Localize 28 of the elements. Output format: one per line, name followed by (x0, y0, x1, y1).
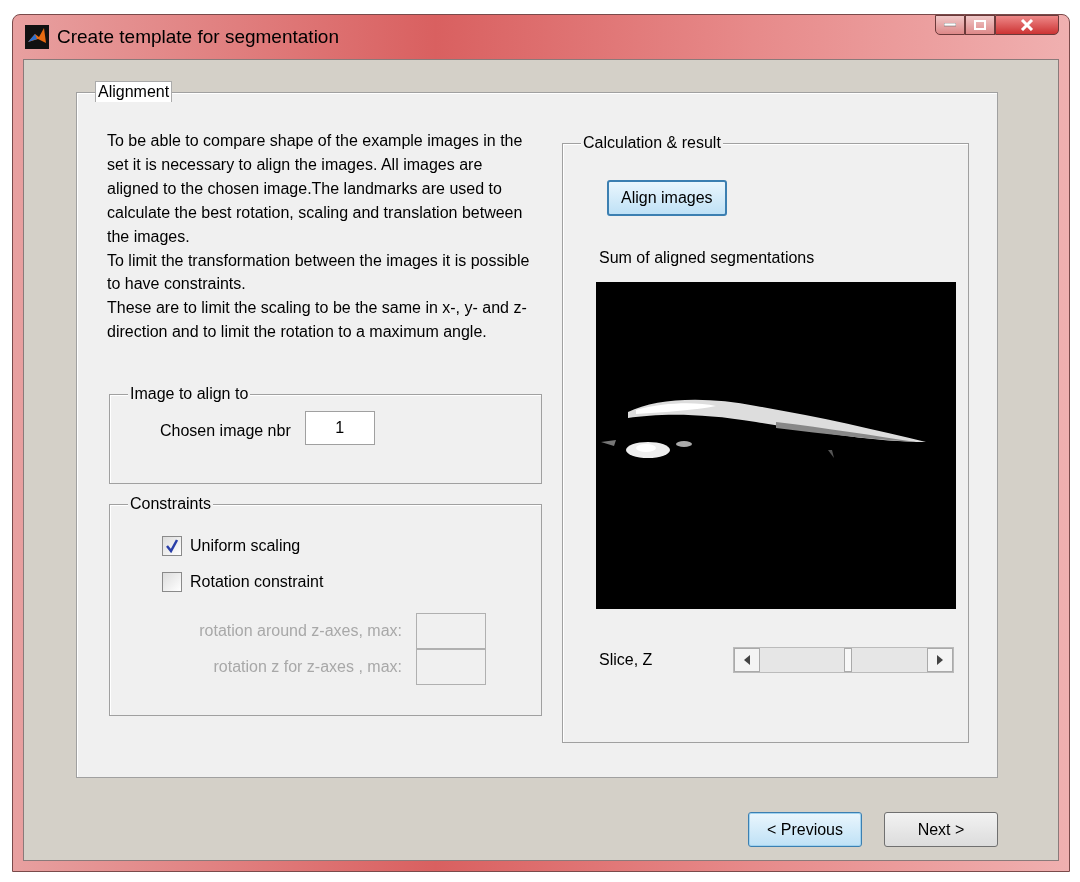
slider-label: Slice, Z (598, 650, 654, 670)
align-images-button[interactable]: Align images (607, 180, 727, 216)
group-title: Image to align to (128, 384, 251, 405)
checkbox[interactable] (162, 536, 182, 557)
close-button[interactable] (995, 15, 1059, 35)
group-title: Alignment (95, 81, 173, 102)
field-label: rotation around z-axes, max: (199, 621, 402, 642)
maximize-button[interactable] (965, 15, 995, 35)
image-caption: Sum of aligned segmentations (599, 248, 816, 268)
close-icon (1020, 19, 1034, 31)
checkbox-label: Rotation constraint (190, 572, 324, 593)
window-title: Create template for segmentation (57, 24, 339, 49)
checkbox[interactable] (162, 572, 182, 593)
image-number-field[interactable]: 1 (304, 411, 375, 446)
field-label: rotation z for z-axes , max: (213, 657, 402, 678)
nav-button[interactable]: Next > (884, 812, 998, 847)
minimize-icon (944, 23, 956, 27)
minimize-button[interactable] (935, 15, 965, 35)
maximize-icon (974, 20, 986, 30)
nav-button[interactable]: < Previous (748, 812, 862, 847)
slider-thumb[interactable] (844, 648, 853, 672)
scroll-left-icon[interactable] (733, 648, 760, 672)
description-text: To be able to compare shape of the example images in the set it is necessary to align the images. All images are aligned to the chosen image.The landmarks are used to calculate the best rotation, scaling and translation between the images. To limit the transformation between the images it is possible to have constraints. These are to limit the scaling to be the same in x-, y- and z- direction and to limit the rotation to a maximum angle. (107, 131, 531, 343)
app-icon (25, 25, 49, 49)
slice-slider[interactable] (732, 647, 954, 673)
checkbox-label: Uniform scaling (190, 536, 301, 557)
scroll-right-icon[interactable] (927, 648, 953, 672)
field-label: Chosen image nbr (160, 421, 291, 442)
